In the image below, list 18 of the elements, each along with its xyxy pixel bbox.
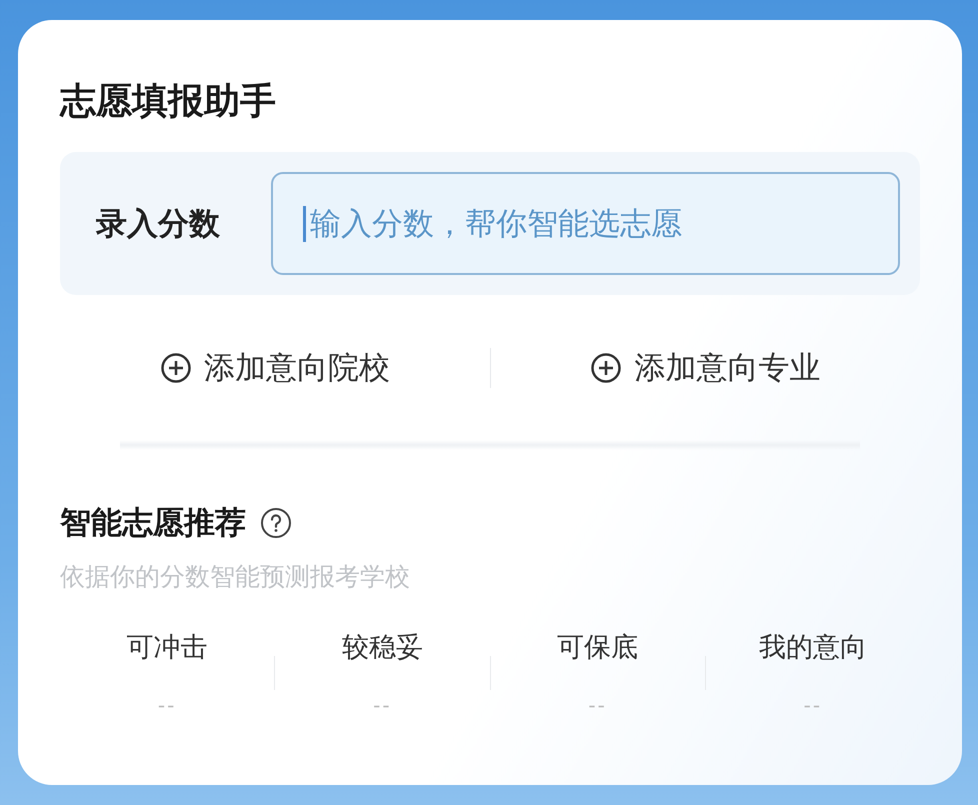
stat-value: -- — [373, 693, 392, 717]
help-icon[interactable] — [260, 507, 292, 539]
plus-circle-icon — [160, 352, 192, 384]
score-input-field[interactable]: 输入分数，帮你智能选志愿 — [271, 172, 900, 275]
stat-value: -- — [804, 693, 822, 717]
stat-value: -- — [588, 693, 607, 717]
field-label: 录入分数 — [96, 204, 221, 244]
card-title: 志愿填报助手 — [60, 82, 277, 122]
stat-label: 可冲击 — [126, 631, 208, 665]
stat-label: 较稳妥 — [342, 631, 423, 665]
section-title: 智能志愿推荐 — [60, 504, 246, 543]
stat-label: 可保底 — [557, 631, 638, 665]
add-button[interactable]: 添加意向专业 — [590, 346, 820, 388]
section-subtitle: 依据你的分数智能预测报考学校 — [60, 561, 411, 593]
stat-value: -- — [158, 693, 176, 717]
plus-circle-icon — [590, 352, 622, 384]
add-button[interactable]: 添加意向院校 — [160, 346, 390, 388]
stat-label: 我的意向 — [758, 631, 867, 665]
